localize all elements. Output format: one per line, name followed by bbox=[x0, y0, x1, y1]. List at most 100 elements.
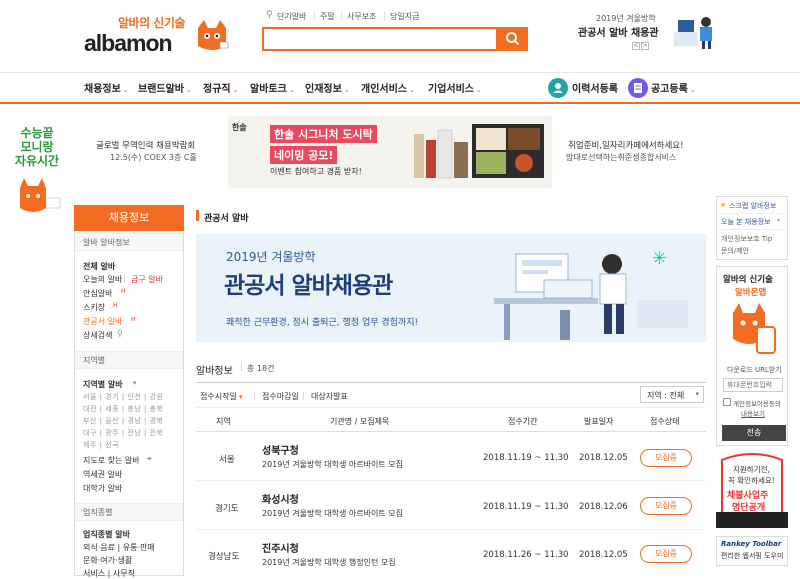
toplink-same-day[interactable]: 당일지급 bbox=[390, 11, 419, 22]
region-link[interactable]: 전남 bbox=[127, 429, 141, 437]
right-promo-title[interactable]: 취업준비,일자리카페에서하세요! bbox=[568, 139, 684, 151]
apply-status-button[interactable]: 모집중 bbox=[640, 497, 692, 515]
sidebar-item-all[interactable]: 전체 알바 bbox=[83, 261, 115, 272]
unpaid-employers-banner[interactable]: 지원하기전, 꼭 확인하세요! 체불사업주 명단공개 bbox=[716, 452, 788, 532]
region-link[interactable]: 경북 bbox=[150, 417, 164, 425]
nav-fulltime[interactable]: 정규직 ⌄ bbox=[203, 80, 238, 95]
region-link[interactable]: 울산 bbox=[105, 417, 119, 425]
app-subtitle: 알바몬앱 bbox=[735, 288, 767, 298]
sort-label: 접수시작일 bbox=[200, 392, 237, 401]
sidebar-item-job-cat[interactable]: 외식·음료 | 유통·판매 bbox=[83, 542, 155, 553]
region-link[interactable]: 강원 bbox=[150, 393, 164, 401]
consent-checkbox[interactable] bbox=[723, 398, 731, 406]
sort-announce[interactable]: 대상자발표 bbox=[311, 391, 348, 402]
region-link[interactable]: 서울 bbox=[83, 393, 97, 401]
apply-status-button[interactable]: 모집중 bbox=[640, 449, 692, 467]
sidebar-item-today[interactable]: 오늘의 알바 bbox=[83, 274, 122, 285]
sidebar-title[interactable]: 채용정보 bbox=[74, 205, 184, 231]
region-select[interactable]: 지역 : 전체 ▾ bbox=[640, 386, 704, 403]
region-row[interactable]: 서울 | 경기 | 인천 | 강원 bbox=[83, 392, 164, 402]
logo[interactable]: albamon bbox=[84, 30, 173, 57]
region-link[interactable]: 전북 bbox=[150, 429, 164, 437]
region-link[interactable]: 경기 bbox=[105, 393, 119, 401]
apply-status-button[interactable]: 모집중 bbox=[640, 545, 692, 563]
row-title-link[interactable]: 2019년 겨울방학 대학생 아르바이트 모집 bbox=[262, 459, 403, 470]
nav-personal[interactable]: 개인서비스 ⌄ bbox=[361, 80, 415, 95]
nav-job-info[interactable]: 채용정보 ⌄ bbox=[84, 80, 129, 95]
row-period: 2018.11.19 ~ 11.30 bbox=[483, 453, 569, 463]
row-org-link[interactable]: 화성시청 bbox=[262, 491, 299, 506]
consent-view-link[interactable]: 내용보기 bbox=[741, 408, 765, 418]
col-region: 지역 bbox=[216, 417, 231, 426]
sidebar-item-jobs[interactable]: 업직종별 알바 bbox=[83, 529, 130, 540]
region-link[interactable]: 인천 bbox=[127, 393, 141, 401]
row-org-link[interactable]: 진주시청 bbox=[262, 540, 299, 555]
search-icon bbox=[506, 32, 520, 46]
nav-talk[interactable]: 알바토크 ⌄ bbox=[250, 80, 295, 95]
sidebar-item-public[interactable]: 관공서 알바 bbox=[83, 316, 122, 327]
toplink-short-term[interactable]: 단기알바 bbox=[277, 11, 306, 22]
scrap-link[interactable]: 스크랩 알바정보 bbox=[729, 201, 776, 211]
region-link[interactable]: 부산 bbox=[83, 417, 97, 425]
region-row[interactable]: 대전 | 세종 | 충남 | 충북 bbox=[83, 404, 164, 414]
row-org-link[interactable]: 성북구청 bbox=[262, 442, 299, 457]
search-button[interactable] bbox=[498, 27, 528, 51]
recent-viewed-link[interactable]: 오늘 본 채용정보 bbox=[721, 217, 771, 227]
nav-talent[interactable]: 인재정보 ⌄ bbox=[305, 80, 350, 95]
pager-next-button[interactable]: > bbox=[641, 42, 649, 50]
region-link[interactable]: 대구 bbox=[83, 429, 97, 437]
chevron-down-icon: ⌄ bbox=[186, 86, 192, 94]
send-button[interactable]: 전송 bbox=[722, 425, 786, 441]
sidebar-item-search[interactable]: 상세검색 bbox=[83, 330, 112, 341]
region-row[interactable]: 제주 | 전국 bbox=[83, 440, 119, 450]
sidebar-item-map[interactable]: 지도로 찾는 알바 bbox=[83, 455, 140, 466]
search-input[interactable] bbox=[262, 27, 498, 51]
resume-icon bbox=[548, 78, 568, 98]
exhibit-title[interactable]: 글로벌 무역인력 채용박람회 bbox=[96, 139, 195, 151]
row-period: 2018.11.19 ~ 11.30 bbox=[483, 502, 569, 512]
sidebar-item-urgent[interactable]: 급구 알바 bbox=[131, 274, 163, 285]
privacy-tip-link[interactable]: 개인정보보호 Tip bbox=[721, 234, 772, 244]
region-link[interactable]: 충남 bbox=[127, 405, 141, 413]
region-link[interactable]: 전국 bbox=[105, 441, 119, 449]
sidebar-item-ski[interactable]: 스키장 bbox=[83, 302, 105, 313]
sidebar-item-campus[interactable]: 대학가 알바 bbox=[83, 483, 122, 494]
region-link[interactable]: 경남 bbox=[127, 417, 141, 425]
row-region: 경상남도 bbox=[208, 552, 240, 562]
document-icon bbox=[628, 78, 648, 98]
sort-end-date[interactable]: 접수마감일 bbox=[262, 391, 299, 402]
region-link[interactable]: 충북 bbox=[150, 405, 164, 413]
phone-input[interactable] bbox=[723, 378, 783, 392]
region-link[interactable]: 광주 bbox=[105, 429, 119, 437]
nav-brand[interactable]: 브랜드알바 ⌄ bbox=[138, 80, 192, 95]
pager-prev-button[interactable]: < bbox=[632, 42, 640, 50]
post-register-link[interactable]: 공고등록 ⌄ bbox=[651, 80, 696, 95]
sidebar-item-safe[interactable]: 안심알바 bbox=[83, 288, 112, 299]
region-link[interactable]: 세종 bbox=[105, 405, 119, 413]
svg-text:✳: ✳ bbox=[652, 248, 667, 269]
left-promo-banner[interactable]: 수능끝 모니랑 자유시간 bbox=[8, 126, 66, 222]
toolbar-desc: 편리한 웹서핑 도우미 bbox=[721, 552, 784, 560]
sidebar-item-job-cat[interactable]: 서비스 | 사무직 bbox=[83, 568, 135, 579]
sidebar-item-region[interactable]: 지역별 알바 bbox=[83, 379, 123, 390]
nav-business[interactable]: 기업서비스 ⌄ bbox=[428, 80, 482, 95]
sort-start-date[interactable]: 접수시작일 ▾ bbox=[200, 391, 243, 402]
row-title-link[interactable]: 2019년 겨울방학 대학생 아르바이트 모집 bbox=[262, 508, 403, 519]
toplink-weekend[interactable]: 주말 bbox=[320, 11, 335, 22]
region-row[interactable]: 부산 | 울산 | 경남 | 경북 bbox=[83, 416, 164, 426]
row-title-link[interactable]: 2019년 겨울방학 대학생 행정인턴 모집 bbox=[262, 557, 396, 568]
region-link[interactable]: 제주 bbox=[83, 441, 97, 449]
office-worker-illustration-icon: ✳ bbox=[494, 248, 688, 340]
promo-title[interactable]: 관공서 알바 채용관 bbox=[578, 24, 659, 39]
sidebar-item-station[interactable]: 역세권 알바 bbox=[83, 469, 122, 480]
chevron-down-icon: ⌄ bbox=[288, 86, 295, 94]
chevron-down-icon: ⌄ bbox=[343, 86, 350, 94]
toplink-office[interactable]: 사무보조 bbox=[347, 11, 376, 22]
app-download-box: 알바의 신기술 알바몬앱 다운로드 URL받기 개인정보이용동의 내용보기 bbox=[716, 266, 788, 446]
sidebar-item-job-cat[interactable]: 문화·여가·생활 bbox=[83, 555, 132, 566]
resume-register-link[interactable]: 이력서등록 bbox=[572, 80, 618, 95]
region-link[interactable]: 대전 bbox=[83, 405, 97, 413]
inquiry-link[interactable]: 문의/제안 bbox=[721, 246, 749, 256]
region-row[interactable]: 대구 | 광주 | 전남 | 전북 bbox=[83, 428, 164, 438]
rankey-toolbar-banner[interactable]: Rankey Toolbar 편리한 웹서핑 도우미 bbox=[716, 536, 788, 566]
